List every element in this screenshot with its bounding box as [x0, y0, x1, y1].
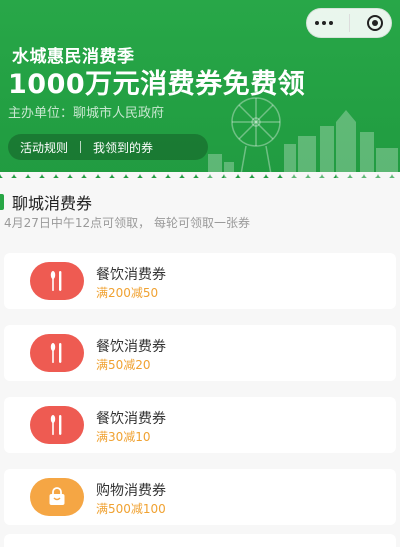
coupon-name: 餐饮消费券: [96, 267, 166, 283]
coupon-name: 购物消费券: [96, 483, 166, 499]
shopping-bag-icon: [49, 487, 65, 505]
banner-action-pill: 活动规则 我领到的券: [8, 134, 208, 160]
coupon-card[interactable]: 餐饮消费券 满200减50: [4, 253, 396, 309]
section-subtitle: 4月27日中午12点可领取， 每轮可领取一张券: [4, 216, 250, 230]
coupon-deal: 满30减10: [96, 430, 151, 444]
fork-knife-icon: [50, 343, 62, 363]
coupon-card-partial: [4, 534, 396, 547]
mini-program-capsule: [306, 8, 392, 38]
my-coupons-link[interactable]: 我领到的券: [81, 139, 165, 156]
coupon-card[interactable]: 餐饮消费券 满30减10: [4, 397, 396, 453]
rules-link[interactable]: 活动规则: [8, 139, 80, 156]
coupon-icon-badge: [30, 478, 84, 516]
section-title: 聊城消费券: [12, 194, 93, 213]
coupon-name: 餐饮消费券: [96, 411, 166, 427]
fork-knife-icon: [50, 415, 62, 435]
coupon-deal: 满50减20: [96, 358, 151, 372]
coupon-card[interactable]: 餐饮消费券 满50减20: [4, 325, 396, 381]
coupon-deal: 满200减50: [96, 286, 159, 300]
close-circle-icon[interactable]: [366, 15, 383, 31]
coupon-icon-badge: [30, 406, 84, 444]
coupon-icon-badge: [30, 334, 84, 372]
capsule-divider: [349, 14, 351, 32]
coupon-icon-badge: [30, 262, 84, 300]
city-skyline-illustration: [208, 97, 398, 180]
more-dots-icon[interactable]: [315, 21, 334, 25]
fork-knife-icon: [50, 271, 62, 291]
header-banner: 水城惠民消费季 1000万元消费券免费领 主办单位：聊城市人民政府 活动规则 我…: [0, 0, 400, 180]
coupon-deal: 满500减100: [96, 502, 166, 516]
section-accent-bar: [0, 194, 4, 210]
coupon-section: 聊城消费券 4月27日中午12点可领取， 每轮可领取一张券 餐饮消费券 满200…: [0, 178, 400, 547]
coupon-card[interactable]: 购物消费券 满500减100: [4, 469, 396, 525]
banner-title-line2: 1000万元消费券免费领: [8, 69, 306, 100]
banner-sponsor: 主办单位：聊城市人民政府: [8, 106, 165, 121]
coupon-name: 餐饮消费券: [96, 339, 166, 355]
